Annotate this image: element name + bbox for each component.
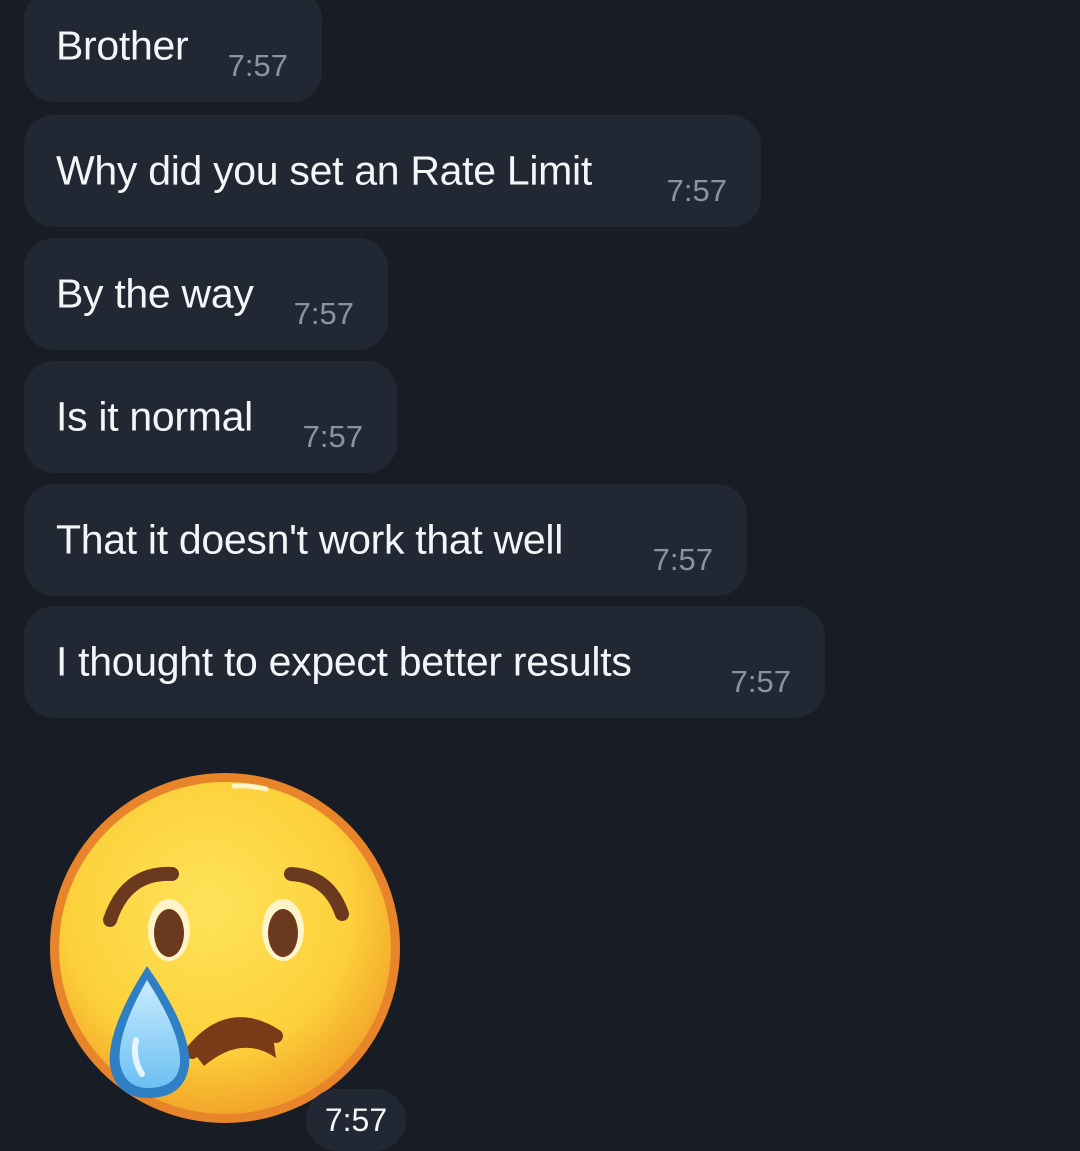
- crying-face-icon[interactable]: [44, 768, 406, 1130]
- message-bubble[interactable]: By the way 7:57: [24, 238, 388, 350]
- message-time: 7:57: [652, 542, 713, 577]
- message-text: I thought to expect better results: [56, 638, 632, 685]
- message-text: That it doesn't work that well: [56, 516, 564, 563]
- sticker-time-badge: 7:57: [306, 1089, 406, 1151]
- message-text: Is it normal: [56, 393, 253, 440]
- message-text: By the way: [56, 270, 254, 317]
- message-time: 7:57: [227, 48, 288, 83]
- message-bubble[interactable]: I thought to expect better results 7:57: [24, 606, 825, 718]
- message-text: Why did you set an Rate Limit: [56, 147, 592, 194]
- message-bubble[interactable]: Is it normal 7:57: [24, 361, 397, 473]
- message-text: Brother: [56, 22, 189, 69]
- message-time: 7:57: [302, 419, 363, 454]
- message-time: 7:57: [293, 296, 354, 331]
- message-time: 7:57: [666, 173, 727, 208]
- message-bubble[interactable]: That it doesn't work that well 7:57: [24, 484, 747, 596]
- message-bubble[interactable]: Why did you set an Rate Limit 7:57: [24, 115, 761, 227]
- chat-history: Brother 7:57 Why did you set an Rate Lim…: [0, 0, 1080, 1151]
- message-time: 7:57: [730, 664, 791, 699]
- sticker-time: 7:57: [324, 1102, 388, 1138]
- message-bubble[interactable]: Brother 7:57: [24, 0, 322, 102]
